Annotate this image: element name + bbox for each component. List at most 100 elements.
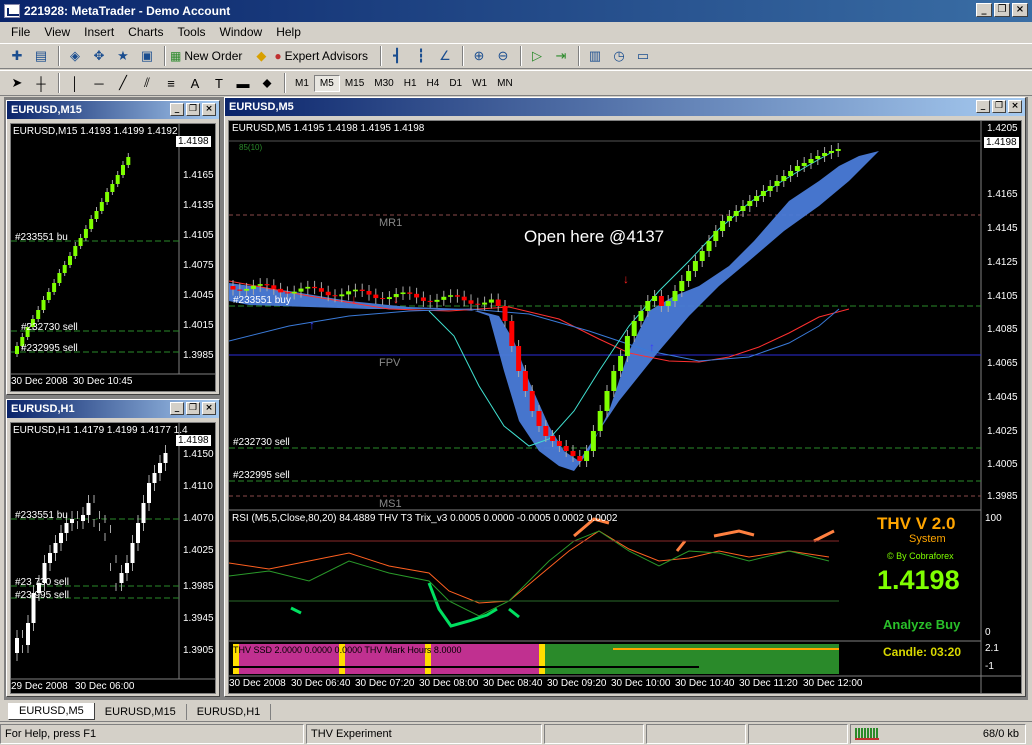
candle-body	[64, 523, 69, 533]
expert-advisors-button[interactable]: ● Expert Advisors	[274, 49, 368, 63]
tf-h1[interactable]: H1	[399, 76, 422, 91]
minimize-button[interactable]: _	[976, 100, 990, 113]
market-watch-icon[interactable]: ◈	[64, 46, 86, 66]
tf-m30[interactable]: M30	[369, 76, 398, 91]
menu-window[interactable]: Window	[213, 25, 270, 39]
tf-w1[interactable]: W1	[467, 76, 492, 91]
chart-window-title[interactable]: EURUSD,M15 _ ❐ ×	[7, 101, 219, 119]
chart-window-title[interactable]: EURUSD,H1 _ ❐ ×	[7, 400, 219, 418]
price-scale-label: 1.4075	[183, 260, 214, 271]
candle-body	[815, 156, 821, 159]
restore-button[interactable]: ❐	[992, 100, 1006, 113]
vertical-line-icon[interactable]: │	[64, 73, 86, 93]
text-icon[interactable]: A	[184, 73, 206, 93]
tf-mn[interactable]: MN	[492, 76, 518, 91]
time-label: 29 Dec 2008	[11, 681, 68, 692]
menu-file[interactable]: File	[4, 25, 37, 39]
horizontal-line-icon[interactable]: ─	[88, 73, 110, 93]
order-label: #232730 sell	[21, 322, 78, 333]
restore-button[interactable]: ❐	[994, 3, 1010, 17]
arrows-icon[interactable]: ▬	[232, 73, 254, 93]
periods-icon[interactable]: ◷	[608, 46, 630, 66]
shapes-icon[interactable]: ⬥	[256, 73, 278, 93]
line-chart-icon[interactable]: ∠	[434, 46, 456, 66]
candle-body	[794, 166, 800, 171]
thv-candle-timer: Candle: 03:20	[883, 645, 962, 659]
candle-body	[781, 176, 787, 181]
menu-help[interactable]: Help	[269, 25, 308, 39]
tab-eurusd-m5[interactable]: EURUSD,M5	[8, 703, 95, 720]
candle-body	[760, 191, 766, 196]
templates-icon[interactable]: ▭	[632, 46, 654, 66]
candle-body	[68, 256, 72, 265]
minimize-button[interactable]: _	[170, 402, 184, 415]
autoscroll-icon[interactable]: ▷	[526, 46, 548, 66]
chart-header: EURUSD,H1 1.4179 1.4199 1.4177 1.4	[13, 425, 188, 436]
menu-tools[interactable]: Tools	[171, 25, 213, 39]
candle-body	[584, 451, 590, 461]
tf-h4[interactable]: H4	[422, 76, 445, 91]
navigator-icon[interactable]: ★	[112, 46, 134, 66]
indicators-icon[interactable]: ▥	[584, 46, 606, 66]
zoom-out-icon[interactable]: ⊖	[492, 46, 514, 66]
tf-m1[interactable]: M1	[290, 76, 314, 91]
tf-m15[interactable]: M15	[340, 76, 369, 91]
time-label: 30 Dec 12:00	[803, 678, 863, 689]
restore-button[interactable]: ❐	[186, 103, 200, 116]
zoom-in-icon[interactable]: ⊕	[468, 46, 490, 66]
chart-canvas-h1[interactable]: EURUSD,H1 1.4179 1.4199 1.4177 1.4 1.419…	[10, 422, 216, 694]
chart-window-m5[interactable]: EURUSD,M5 _ ❐ × ↓ ↓ ↓ ↑ ↑ EURUSD,M5 1.41…	[224, 97, 1026, 697]
candle-body	[692, 261, 698, 271]
channel-icon[interactable]: ⫽	[136, 73, 158, 93]
chart-canvas-m5[interactable]: ↓ ↓ ↓ ↑ ↑ EURUSD,M5 1.4195 1.4198 1.4195…	[228, 120, 1022, 694]
candle-body	[652, 296, 658, 301]
close-button[interactable]: ×	[1008, 100, 1022, 113]
menu-insert[interactable]: Insert	[77, 25, 121, 39]
new-chart-icon[interactable]: ✚	[6, 46, 28, 66]
chart-canvas-m15[interactable]: EURUSD,M15 1.4193 1.4199 1.4192 1.4198 1…	[10, 123, 216, 392]
sub-scale-label: 100	[985, 513, 1002, 524]
terminal-icon[interactable]: ▣	[136, 46, 158, 66]
tf-m5[interactable]: M5	[313, 74, 340, 92]
new-order-icon: ▦	[170, 49, 182, 63]
new-order-button[interactable]: ▦ New Order	[170, 49, 242, 63]
warning-icon[interactable]: ◆	[250, 46, 272, 66]
sub-scale-label: -1	[985, 661, 994, 672]
tab-eurusd-m15[interactable]: EURUSD,M15	[95, 704, 187, 720]
candlestick-icon[interactable]: ┇	[410, 46, 432, 66]
buy-arrow-icon: ↑	[649, 340, 655, 354]
restore-button[interactable]: ❐	[186, 402, 200, 415]
tf-d1[interactable]: D1	[444, 76, 467, 91]
candle-body	[78, 238, 83, 246]
candle-body	[46, 292, 51, 300]
time-label: 30 Dec 10:45	[73, 376, 133, 387]
close-button[interactable]: ×	[1012, 3, 1028, 17]
chart-shift-icon[interactable]: ⇥	[550, 46, 572, 66]
menu-view[interactable]: View	[37, 25, 77, 39]
chart-window-m15[interactable]: EURUSD,M15 _ ❐ × EURUSD,M15 1.4193 1.419…	[6, 100, 220, 395]
chart-tabs: EURUSD,M5 EURUSD,M15 EURUSD,H1	[4, 700, 1028, 720]
candle-body	[86, 503, 91, 515]
trendline-icon[interactable]: ╱	[112, 73, 134, 93]
mdi-area: EURUSD,M15 _ ❐ × EURUSD,M15 1.4193 1.419…	[4, 97, 1028, 700]
cursor-icon[interactable]: ➤	[6, 73, 28, 93]
close-button[interactable]: ×	[202, 402, 216, 415]
chart-window-title[interactable]: EURUSD,M5 _ ❐ ×	[225, 98, 1025, 116]
minimize-button[interactable]: _	[170, 103, 184, 116]
minimize-button[interactable]: _	[976, 3, 992, 17]
candle-body	[291, 291, 297, 294]
crosshair-icon[interactable]: ┼	[30, 73, 52, 93]
text-label-icon[interactable]: T	[208, 73, 230, 93]
bar-chart-icon[interactable]: ┫	[386, 46, 408, 66]
data-window-icon[interactable]: ✥	[88, 46, 110, 66]
profiles-icon[interactable]: ▤	[30, 46, 52, 66]
price-scale-label: 1.4070	[183, 513, 214, 524]
chart-window-h1[interactable]: EURUSD,H1 _ ❐ × EURUSD,H1 1.4179 1.4199 …	[6, 399, 220, 697]
fibonacci-icon[interactable]: ≡	[160, 73, 182, 93]
close-button[interactable]: ×	[202, 103, 216, 116]
candle-body	[420, 297, 426, 301]
menu-charts[interactable]: Charts	[121, 25, 170, 39]
tab-eurusd-h1[interactable]: EURUSD,H1	[187, 704, 272, 720]
price-chart-m5: ↓ ↓ ↓ ↑ ↑	[229, 121, 1021, 693]
bottom-indicator-header: THV SSD 2.0000 0.0000 0.0000 THV Mark Ho…	[233, 645, 462, 655]
